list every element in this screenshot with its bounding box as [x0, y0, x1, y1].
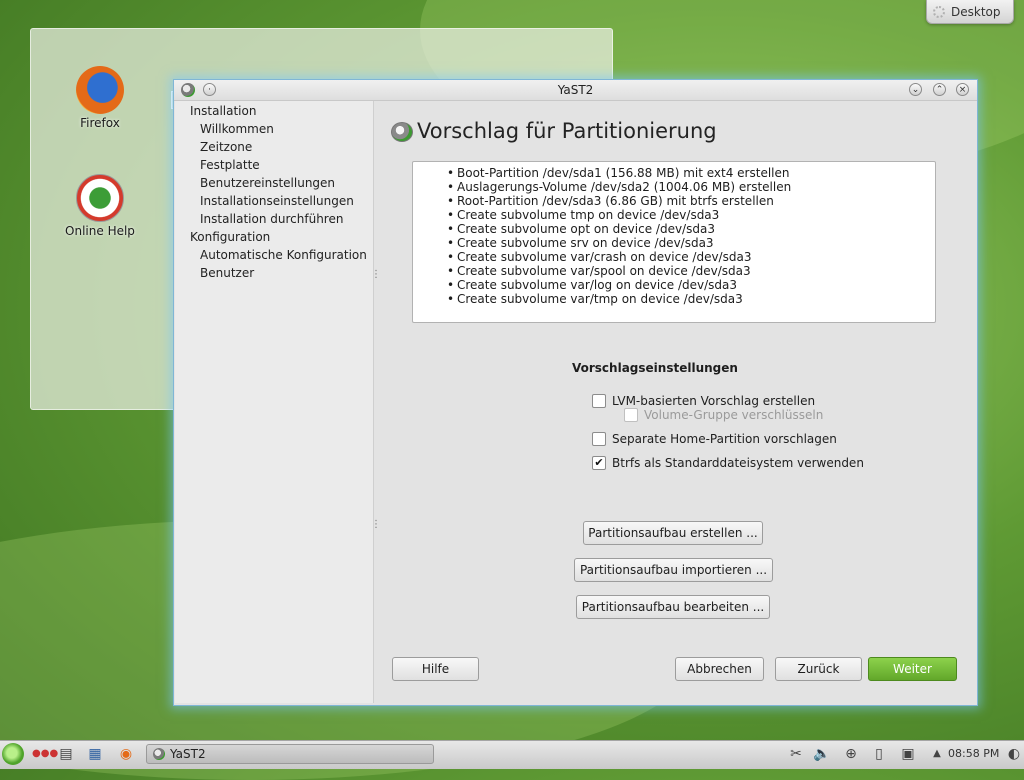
lvm-option[interactable]: LVM-basierten Vorschlag erstellen [592, 394, 815, 408]
clipboard-scissors-icon[interactable]: ✂ [787, 745, 805, 763]
list-item: Create subvolume opt on device /dev/sda3 [447, 222, 935, 236]
window-titlebar[interactable]: · YaST2 ⌄ ⌃ × [174, 80, 977, 101]
step-installationseinstellungen: Installationseinstellungen [200, 194, 354, 208]
encrypt-checkbox [624, 408, 638, 422]
list-item: Root-Partition /dev/sda3 (6.86 GB) mit b… [447, 194, 935, 208]
list-item: Create subvolume var/spool on device /de… [447, 264, 935, 278]
lvm-checkbox[interactable] [592, 394, 606, 408]
page-title: Vorschlag für Partitionierung [417, 119, 717, 143]
installation-steps-sidebar: Installation Willkommen Zeitzone Festpla… [175, 101, 381, 703]
desktop-icon-label: Firefox [80, 116, 120, 130]
proposal-summary[interactable]: Boot-Partition /dev/sda1 (156.88 MB) mit… [412, 161, 936, 323]
help-button[interactable]: Hilfe [392, 657, 479, 681]
maximize-button[interactable]: ⌃ [933, 83, 946, 96]
desktop-icon-online-help[interactable]: Online Help [55, 174, 145, 238]
step-benutzereinstellungen: Benutzereinstellungen [200, 176, 336, 190]
next-button[interactable]: Weiter [868, 657, 957, 681]
step-zeitzone: Zeitzone [200, 140, 253, 154]
main-content: Vorschlag für Partitionierung Boot-Parti… [374, 101, 977, 705]
list-item: Create subvolume tmp on device /dev/sda3 [447, 208, 935, 222]
yast-task-icon [153, 748, 165, 760]
firefox-icon [76, 66, 124, 114]
kickoff-menu-icon[interactable] [2, 743, 24, 765]
btrfs-label: Btrfs als Standarddateisystem verwenden [612, 456, 864, 470]
encrypt-label: Volume-Gruppe verschlüsseln [644, 408, 824, 422]
task-entry-label: YaST2 [170, 747, 206, 761]
desktop-icon-label: Online Help [65, 224, 135, 238]
device-notifier-icon[interactable]: ▯ [870, 745, 888, 763]
home-partition-option[interactable]: Separate Home-Partition vorschlagen [592, 432, 837, 446]
home-partition-checkbox[interactable] [592, 432, 606, 446]
step-festplatte: Festplatte [200, 158, 260, 172]
list-item: Create subvolume var/tmp on device /dev/… [447, 292, 935, 306]
step-automatische-konfiguration: Automatische Konfiguration [200, 248, 367, 262]
btrfs-option[interactable]: ✔ Btrfs als Standarddateisystem verwende… [592, 456, 864, 470]
list-item: Create subvolume var/crash on device /de… [447, 250, 935, 264]
btrfs-checkbox[interactable]: ✔ [592, 456, 606, 470]
task-entry-yast2[interactable]: YaST2 [146, 744, 434, 764]
step-benutzer: Benutzer [200, 266, 255, 280]
settings-title: Vorschlagseinstellungen [572, 361, 738, 375]
window-title: YaST2 [557, 83, 594, 97]
network-icon[interactable]: ⊕ [840, 745, 862, 763]
list-item: Create subvolume srv on device /dev/sda3 [447, 236, 935, 250]
lvm-label: LVM-basierten Vorschlag erstellen [612, 394, 816, 408]
yast-window: · YaST2 ⌄ ⌃ × Installation Willkommen Ze… [173, 79, 978, 706]
home-partition-label: Separate Home-Partition vorschlagen [612, 432, 837, 446]
list-item: Create subvolume var/log on device /dev/… [447, 278, 935, 292]
harddisk-icon [391, 122, 413, 142]
cancel-button[interactable]: Abbrechen [675, 657, 764, 681]
firefox-launcher-icon[interactable]: ◉ [116, 745, 136, 763]
proposal-list: Boot-Partition /dev/sda1 (156.88 MB) mit… [413, 166, 935, 306]
tray-expand-icon[interactable]: ▲ [930, 745, 944, 763]
desktop-toolbox-label: Desktop [951, 4, 1001, 19]
create-partition-setup-button[interactable]: Partitionsaufbau erstellen ... [583, 521, 763, 545]
step-willkommen: Willkommen [200, 122, 274, 136]
step-heading-konfiguration: Konfiguration [190, 230, 271, 244]
show-desktop-icon[interactable]: ▤ [58, 745, 74, 763]
panel-toolbox-icon[interactable]: ◐ [1004, 745, 1024, 763]
encrypt-option: Volume-Gruppe verschlüsseln [624, 408, 823, 422]
back-button[interactable]: Zurück [775, 657, 862, 681]
edit-partition-setup-button[interactable]: Partitionsaufbau bearbeiten ... [576, 595, 770, 619]
minimize-button[interactable]: ⌄ [909, 83, 922, 96]
lifebuoy-icon [76, 174, 124, 222]
file-manager-icon[interactable]: ▦ [86, 745, 104, 763]
step-heading-installation: Installation [190, 104, 257, 118]
list-item: Auslagerungs-Volume /dev/sda2 (1004.06 M… [447, 180, 935, 194]
printer-icon[interactable]: ▣ [897, 745, 919, 763]
volume-icon[interactable]: 🔈 [812, 745, 832, 763]
close-button[interactable]: × [956, 83, 969, 96]
list-item: Boot-Partition /dev/sda1 (156.88 MB) mit… [447, 166, 935, 180]
desktop-icon-firefox[interactable]: Firefox [55, 66, 145, 130]
import-partition-setup-button[interactable]: Partitionsaufbau importieren ... [574, 558, 773, 582]
clock[interactable]: 08:58 PM [948, 747, 999, 760]
cashew-icon [933, 5, 945, 18]
step-installation-durchfuehren: Installation durchführen [200, 212, 344, 226]
activities-icon[interactable]: ●●● [32, 745, 58, 763]
taskbar-panel: ●●● ▤ ▦ ◉ YaST2 ✂ 🔈 ⊕ ▯ ▣ ▲ 08:58 PM ◐ [0, 740, 1024, 769]
desktop-toolbox-button[interactable]: Desktop [926, 0, 1014, 24]
